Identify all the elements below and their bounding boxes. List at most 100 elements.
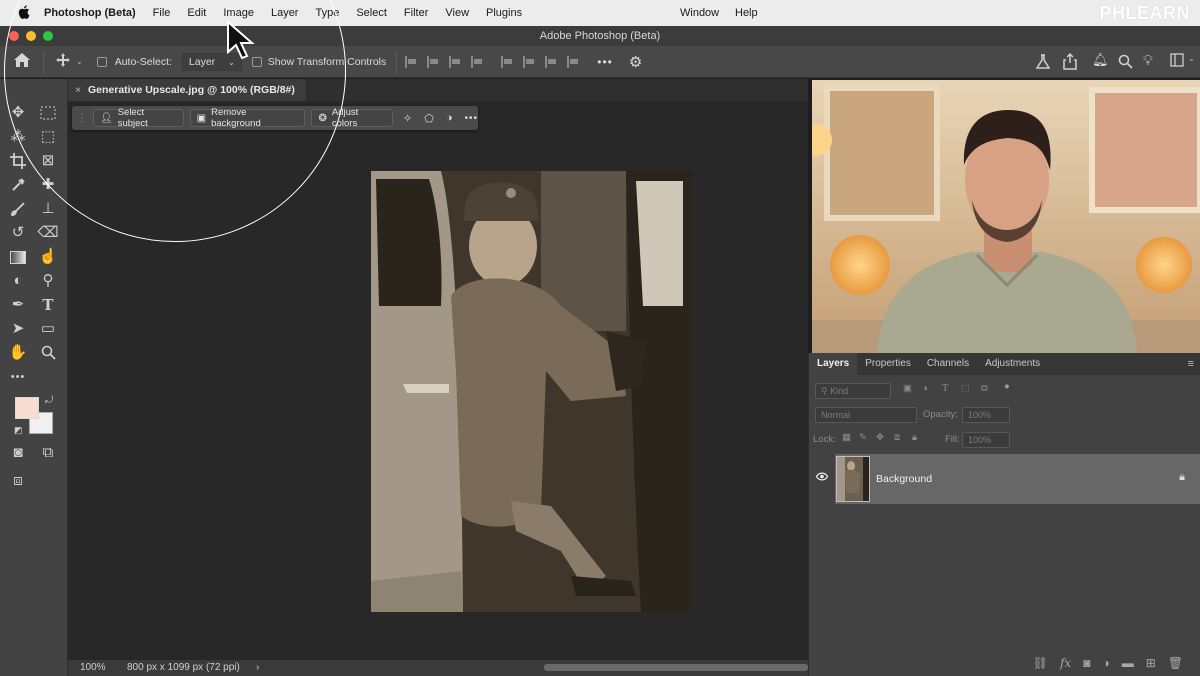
filter-type-icon[interactable]: T xyxy=(942,383,948,394)
filter-adjustment-icon[interactable]: ◑ xyxy=(922,383,928,394)
blend-mode-dropdown[interactable]: Normal xyxy=(815,407,917,423)
document-tab[interactable]: × Generative Upscale.jpg @ 100% (RGB/8#) xyxy=(68,79,306,101)
smudge-tool-icon[interactable]: ☝ xyxy=(36,245,60,269)
link-layers-icon[interactable]: ⛓ xyxy=(1033,656,1048,670)
brush-tool-icon[interactable] xyxy=(6,197,30,221)
layer-thumbnail[interactable] xyxy=(836,456,870,502)
align-bottom-icon[interactable] xyxy=(545,55,557,68)
select-subject-button[interactable]: 👤︎ Select subject xyxy=(93,107,184,129)
app-name-menu[interactable]: Photoshop (Beta) xyxy=(44,7,136,19)
menu-help[interactable]: Help xyxy=(735,0,758,26)
zoom-level[interactable]: 100% xyxy=(80,660,106,676)
path-selection-tool-icon[interactable]: ➤ xyxy=(6,317,30,341)
filter-smart-object-icon[interactable]: ⧉ xyxy=(981,383,988,394)
align-top-icon[interactable] xyxy=(501,55,513,68)
filter-kind-dropdown[interactable]: ⚲ Kind xyxy=(815,383,891,399)
sparkle-icon[interactable]: ✧ xyxy=(403,112,412,125)
menu-select[interactable]: Select xyxy=(356,7,387,19)
tab-layers[interactable]: Layers xyxy=(809,353,858,375)
notifications-bell-icon[interactable]: 🔔︎ xyxy=(1092,52,1109,68)
move-tool-icon[interactable]: ✥ xyxy=(6,101,30,125)
lock-image-icon[interactable]: ✎ xyxy=(859,432,867,443)
discover-lightbulb-icon[interactable]: 💡︎ xyxy=(1143,52,1153,69)
home-icon[interactable] xyxy=(13,52,31,71)
distribute-vertical-icon[interactable] xyxy=(471,55,483,68)
visibility-eye-icon[interactable] xyxy=(815,472,829,484)
lock-artboard-icon[interactable]: ⧈ xyxy=(894,432,900,443)
align-horizontal-center-icon[interactable] xyxy=(427,55,439,68)
layer-effects-icon[interactable]: fx xyxy=(1060,656,1071,670)
zoom-tool-icon[interactable] xyxy=(36,341,60,365)
document-image[interactable] xyxy=(371,171,692,612)
marquee-tool-icon[interactable] xyxy=(36,101,60,125)
tab-channels[interactable]: Channels xyxy=(919,353,977,375)
frame-tool-icon[interactable]: ⊠ xyxy=(36,149,60,173)
object-selection-tool-icon[interactable]: ⁂ xyxy=(6,125,30,149)
apple-icon[interactable] xyxy=(16,4,32,22)
filter-toggle-icon[interactable]: ● xyxy=(1004,381,1010,392)
menu-edit[interactable]: Edit xyxy=(187,7,206,19)
new-group-icon[interactable]: ▬ xyxy=(1122,656,1134,670)
crop-tool-icon[interactable] xyxy=(6,149,30,173)
swap-colors-icon[interactable]: ⤾ xyxy=(45,395,53,406)
more-options-button[interactable]: ••• xyxy=(597,55,613,69)
delete-layer-icon[interactable]: 🗑︎ xyxy=(1168,656,1183,670)
search-icon[interactable] xyxy=(1118,54,1133,72)
menu-filter[interactable]: Filter xyxy=(404,7,428,19)
lock-all-icon[interactable]: 🔒︎ xyxy=(912,432,917,443)
tab-properties[interactable]: Properties xyxy=(857,353,919,375)
menu-window[interactable]: Window xyxy=(680,0,719,26)
type-tool-icon[interactable]: T xyxy=(36,293,60,317)
gradient-tool-icon[interactable] xyxy=(6,245,30,269)
filter-shape-icon[interactable]: ⬚ xyxy=(961,383,970,394)
close-tab-icon[interactable]: × xyxy=(75,79,81,101)
eraser-tool-icon[interactable]: ⌫ xyxy=(36,221,60,245)
default-colors-icon[interactable]: ◩ xyxy=(14,425,23,436)
status-menu-arrow-icon[interactable]: › xyxy=(256,660,259,676)
menu-plugins[interactable]: Plugins xyxy=(486,7,522,19)
minimize-window-button[interactable] xyxy=(26,31,36,41)
more-options-button[interactable]: ••• xyxy=(464,113,478,124)
tab-adjustments[interactable]: Adjustments xyxy=(977,353,1048,375)
object-select-tool-icon[interactable]: ⬚ xyxy=(36,125,60,149)
zoom-window-button[interactable] xyxy=(43,31,53,41)
beta-flask-icon[interactable] xyxy=(1035,54,1051,73)
chevron-down-icon[interactable]: ⌄ xyxy=(1188,54,1195,63)
screen-mode-icon[interactable]: ⧉ xyxy=(36,441,60,465)
healing-brush-tool-icon[interactable]: ✚ xyxy=(36,173,60,197)
move-tool-icon[interactable] xyxy=(56,53,70,70)
opacity-field[interactable]: 100% xyxy=(962,407,1010,423)
menu-file[interactable]: File xyxy=(153,7,171,19)
transform-icon[interactable]: ⬠ xyxy=(424,112,434,125)
lock-position-icon[interactable]: ✥ xyxy=(876,432,884,443)
align-right-icon[interactable] xyxy=(449,55,461,68)
distribute-horizontal-icon[interactable] xyxy=(567,55,579,68)
panel-menu-icon[interactable]: ≡ xyxy=(1188,358,1194,370)
eyedropper-tool-icon[interactable] xyxy=(6,173,30,197)
menu-type[interactable]: Type xyxy=(315,7,339,19)
chevron-down-icon[interactable]: ⌄ xyxy=(76,57,83,66)
new-adjustment-layer-icon[interactable]: ◑ xyxy=(1102,656,1109,670)
edit-toolbar-button[interactable]: ••• xyxy=(6,365,30,389)
layer-lock-icon[interactable]: 🔒︎ xyxy=(1179,471,1185,484)
quick-mask-icon[interactable]: ◙ xyxy=(6,441,30,465)
fill-field[interactable]: 100% xyxy=(962,432,1010,448)
auto-select-checkbox[interactable] xyxy=(96,56,107,67)
history-brush-tool-icon[interactable]: ↺ xyxy=(6,221,30,245)
new-layer-icon[interactable]: ⊞ xyxy=(1146,656,1156,670)
lock-transparent-icon[interactable]: ▦ xyxy=(842,432,851,443)
generative-fill-icon[interactable]: ⧈ xyxy=(6,469,30,493)
menu-layer[interactable]: Layer xyxy=(271,7,299,19)
align-left-icon[interactable] xyxy=(405,55,417,68)
add-mask-icon[interactable]: ◙ xyxy=(1083,656,1090,670)
dodge-tool-icon[interactable]: ◐ xyxy=(6,269,30,293)
close-window-button[interactable] xyxy=(9,31,19,41)
burn-tool-icon[interactable]: ⚲ xyxy=(36,269,60,293)
rectangle-tool-icon[interactable]: ▭ xyxy=(36,317,60,341)
align-vertical-center-icon[interactable] xyxy=(523,55,535,68)
drag-handle-icon[interactable]: ⋮ xyxy=(77,113,87,124)
horizontal-scrollbar[interactable] xyxy=(544,664,808,671)
adjust-colors-button[interactable]: ❂ Adjust colors xyxy=(311,107,394,129)
hand-tool-icon[interactable]: ✋ xyxy=(6,341,30,365)
filter-pixel-icon[interactable]: ▣ xyxy=(903,383,912,394)
